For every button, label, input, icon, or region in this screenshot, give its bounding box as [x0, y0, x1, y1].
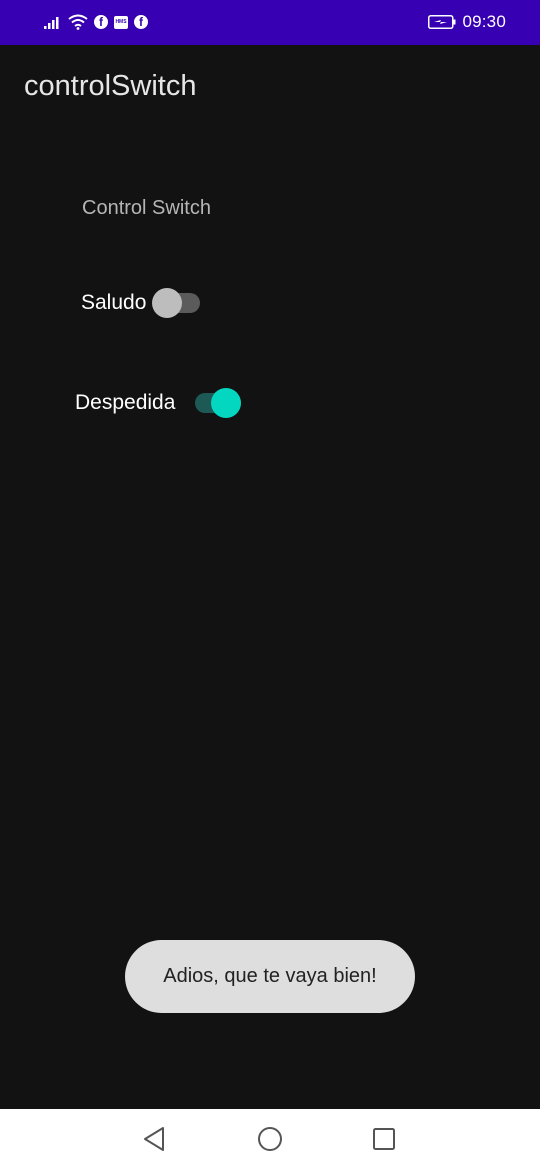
facebook-icon: f	[134, 15, 148, 29]
status-icons-left: f HMS f	[44, 12, 148, 32]
home-icon	[258, 1127, 282, 1151]
toast-text: Adios, que te vaya bien!	[163, 965, 377, 987]
back-icon	[144, 1127, 164, 1151]
switch-row-despedida: Despedida	[75, 387, 242, 419]
recents-button[interactable]	[368, 1123, 400, 1155]
huawei-mobile-services-icon: HMS	[114, 15, 128, 29]
wifi-icon	[68, 14, 88, 30]
switch-thumb	[152, 288, 183, 318]
saludo-switch[interactable]	[152, 287, 201, 319]
switch-thumb	[211, 388, 242, 418]
app-screen: f HMS f 09:30 controlSwitch Control Swit…	[0, 0, 540, 1170]
battery-charging-icon	[428, 15, 456, 29]
switch-label-saludo: Saludo	[81, 291, 147, 314]
facebook-icon: f	[94, 15, 108, 29]
section-label: Control Switch	[82, 197, 211, 219]
recents-icon	[373, 1128, 395, 1150]
switch-row-saludo: Saludo	[81, 287, 201, 319]
switch-label-despedida: Despedida	[75, 391, 176, 414]
status-bar: f HMS f 09:30	[0, 0, 540, 45]
status-icons-right: 09:30	[428, 12, 506, 32]
app-title: controlSwitch	[24, 70, 197, 102]
status-clock: 09:30	[462, 12, 506, 31]
signal-icon	[44, 17, 59, 29]
despedida-switch[interactable]	[193, 387, 242, 419]
home-button[interactable]	[254, 1123, 286, 1155]
navigation-bar	[0, 1109, 540, 1170]
back-button[interactable]	[138, 1123, 170, 1155]
toast-message: Adios, que te vaya bien!	[125, 940, 415, 1013]
